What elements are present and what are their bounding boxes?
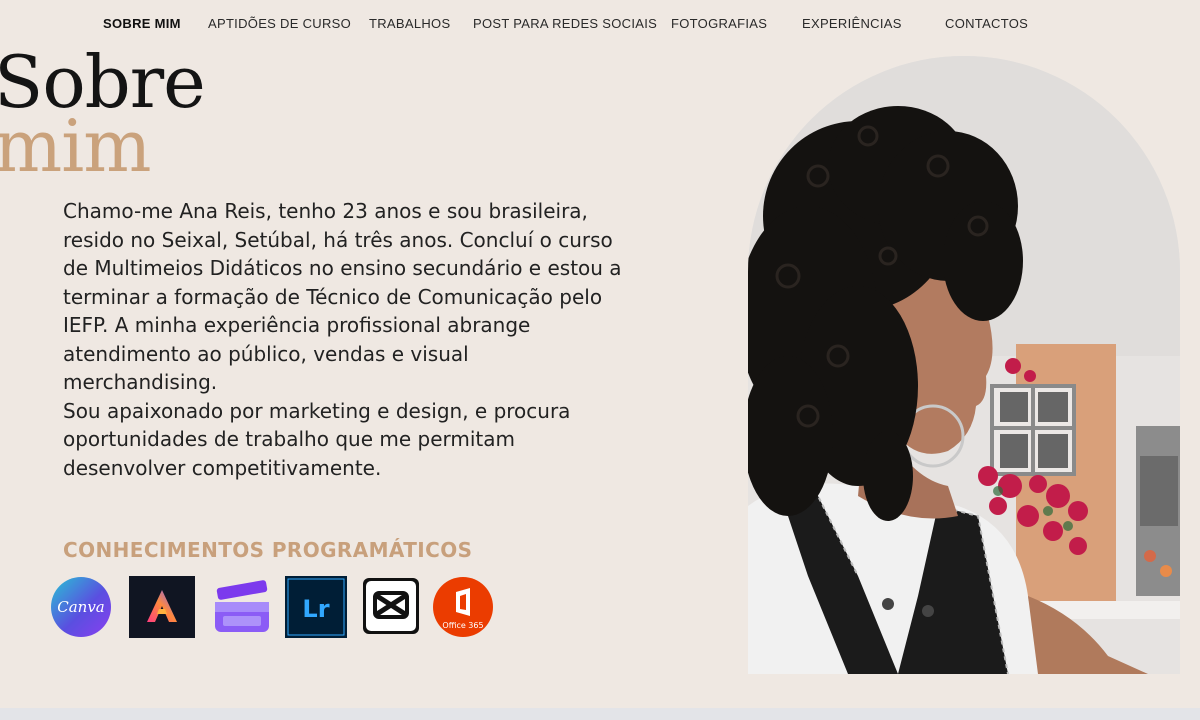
nav-item-fotografias[interactable]: FOTOGRAFIAS bbox=[671, 16, 767, 31]
nav-item-post-redes-sociais[interactable]: POST PARA REDES SOCIAIS bbox=[473, 16, 657, 31]
canva-icon: Canva bbox=[50, 576, 112, 638]
profile-photo bbox=[748, 56, 1180, 674]
svg-text:Office 365: Office 365 bbox=[442, 621, 483, 630]
bio-paragraph-1: Chamo-me Ana Reis, tenho 23 anos e sou b… bbox=[63, 199, 622, 394]
svg-text:Lr: Lr bbox=[302, 595, 329, 623]
bio-paragraph-2: Sou apaixonado por marketing e design, e… bbox=[63, 398, 571, 480]
nav-item-sobre-mim[interactable]: SOBRE MIM bbox=[103, 16, 181, 31]
nav-item-contactos[interactable]: CONTACTOS bbox=[945, 16, 1028, 31]
page-title-line2: mim bbox=[0, 104, 152, 188]
office365-icon: Office 365 bbox=[432, 576, 494, 638]
nav-item-experiencias[interactable]: EXPERIÊNCIAS bbox=[802, 16, 902, 31]
nav-item-trabalhos[interactable]: TRABALHOS bbox=[369, 16, 450, 31]
lightroom-icon: Lr bbox=[285, 576, 347, 638]
clipchamp-icon bbox=[213, 576, 271, 638]
nav-item-aptidoes-de-curso[interactable]: APTIDÕES DE CURSO bbox=[208, 16, 351, 31]
bio-text: Chamo-me Ana Reis, tenho 23 anos e sou b… bbox=[63, 197, 623, 482]
adobe-express-icon bbox=[129, 576, 195, 638]
svg-text:Canva: Canva bbox=[57, 598, 105, 616]
skills-heading: CONHECIMENTOS PROGRAMÁTICOS bbox=[63, 538, 473, 562]
capcut-icon bbox=[363, 576, 419, 638]
bottom-divider bbox=[0, 708, 1200, 720]
